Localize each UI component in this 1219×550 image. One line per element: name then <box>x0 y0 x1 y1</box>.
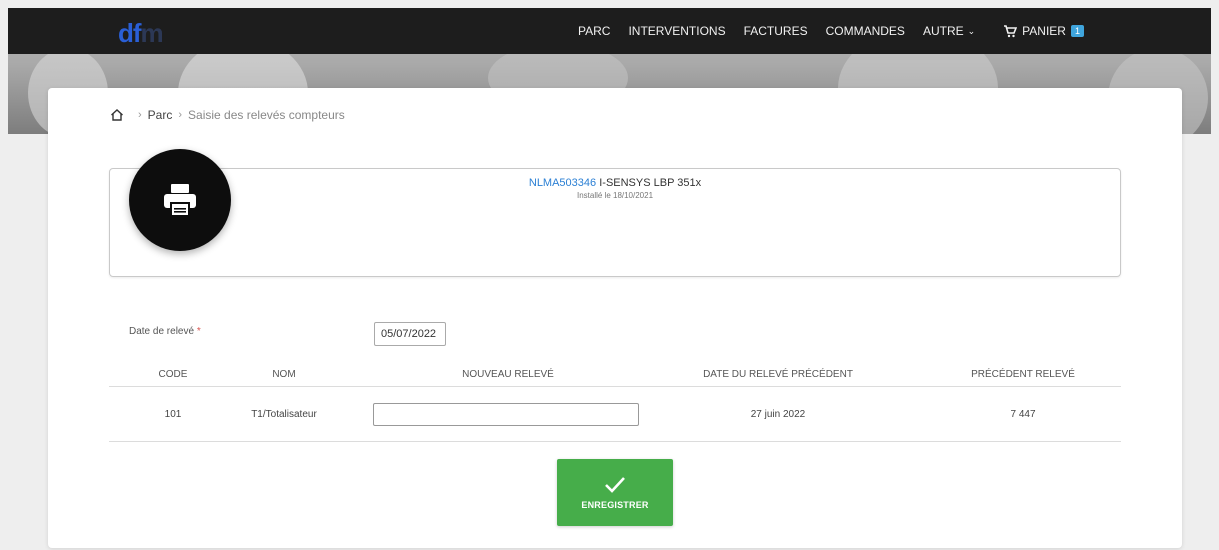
nav-item-parc[interactable]: PARC <box>578 24 610 38</box>
date-releve-input[interactable] <box>374 322 446 346</box>
cart-count-badge: 1 <box>1070 25 1084 37</box>
cart-icon <box>1004 24 1018 37</box>
chevron-down-icon: ⌄ <box>967 25 976 36</box>
cell-precedent-releve: 7 447 <box>1010 409 1036 420</box>
col-header-nom: NOM <box>272 369 296 380</box>
date-releve-label: Date de relevé * <box>129 326 201 337</box>
col-header-date-precedent: DATE DU RELEVÉ PRÉCÉDENT <box>703 369 853 380</box>
nav-item-label: AUTRE <box>922 24 964 38</box>
nav-item-commandes[interactable]: COMMANDES <box>826 24 905 38</box>
breadcrumb: › Parc › Saisie des relevés compteurs <box>110 108 345 122</box>
col-header-code: CODE <box>158 369 188 380</box>
nav-item-label: COMMANDES <box>825 24 905 38</box>
top-navbar: dfm PARC INTERVENTIONS FACTURES COMMANDE… <box>8 8 1211 54</box>
device-info-box: NLMA503346 I-SENSYS LBP 351x Installé le… <box>109 168 1121 277</box>
device-title: NLMA503346 I-SENSYS LBP 351x <box>110 177 1120 189</box>
home-icon[interactable] <box>110 108 124 122</box>
table-divider <box>109 441 1121 442</box>
col-header-precedent-releve: PRÉCÉDENT RELEVÉ <box>971 369 1075 380</box>
nouveau-releve-input[interactable] <box>373 403 639 426</box>
col-header-nouveau-releve: NOUVEAU RELEVÉ <box>462 369 554 380</box>
breadcrumb-current: Saisie des relevés compteurs <box>188 108 345 122</box>
save-button-label: ENREGISTRER <box>581 499 649 510</box>
printer-icon <box>164 184 196 216</box>
cell-nom: T1/Totalisateur <box>251 409 317 420</box>
nav-item-label: PARC <box>578 24 611 38</box>
nav-item-label: INTERVENTIONS <box>628 24 726 38</box>
device-installed-date: Installé le 18/10/2021 <box>576 191 654 200</box>
breadcrumb-separator: › <box>178 109 183 121</box>
nav-item-factures[interactable]: FACTURES <box>744 24 808 38</box>
nav-links: PARC INTERVENTIONS FACTURES COMMANDES AU… <box>578 8 1102 54</box>
nav-item-panier[interactable]: PANIER 1 <box>1003 24 1084 38</box>
device-info: NLMA503346 I-SENSYS LBP 351x Installé le… <box>110 177 1120 200</box>
logo-text-main: df <box>118 18 142 48</box>
nav-item-autre[interactable]: AUTRE ⌄ <box>923 24 975 38</box>
cell-code: 101 <box>164 409 182 420</box>
device-avatar <box>129 149 231 251</box>
nav-item-label: FACTURES <box>743 24 808 38</box>
device-model: I-SENSYS LBP 351x <box>599 177 702 189</box>
save-button[interactable]: ENREGISTRER <box>557 459 673 526</box>
breadcrumb-separator: › <box>138 109 142 121</box>
brand-logo[interactable]: dfm <box>118 18 164 49</box>
breadcrumb-parc[interactable]: Parc <box>148 108 173 122</box>
date-releve-label-text: Date de relevé <box>129 326 195 337</box>
required-mark: * <box>196 326 201 337</box>
logo-text-faded: m <box>140 18 164 48</box>
main-card: › Parc › Saisie des relevés compteurs NL… <box>48 88 1182 548</box>
nav-item-interventions[interactable]: INTERVENTIONS <box>628 24 725 38</box>
cell-date-precedent: 27 juin 2022 <box>750 409 806 420</box>
nav-item-label: PANIER <box>1022 24 1066 38</box>
device-reference-link[interactable]: NLMA503346 <box>529 177 596 189</box>
check-icon <box>605 476 625 493</box>
table-divider <box>109 386 1121 387</box>
